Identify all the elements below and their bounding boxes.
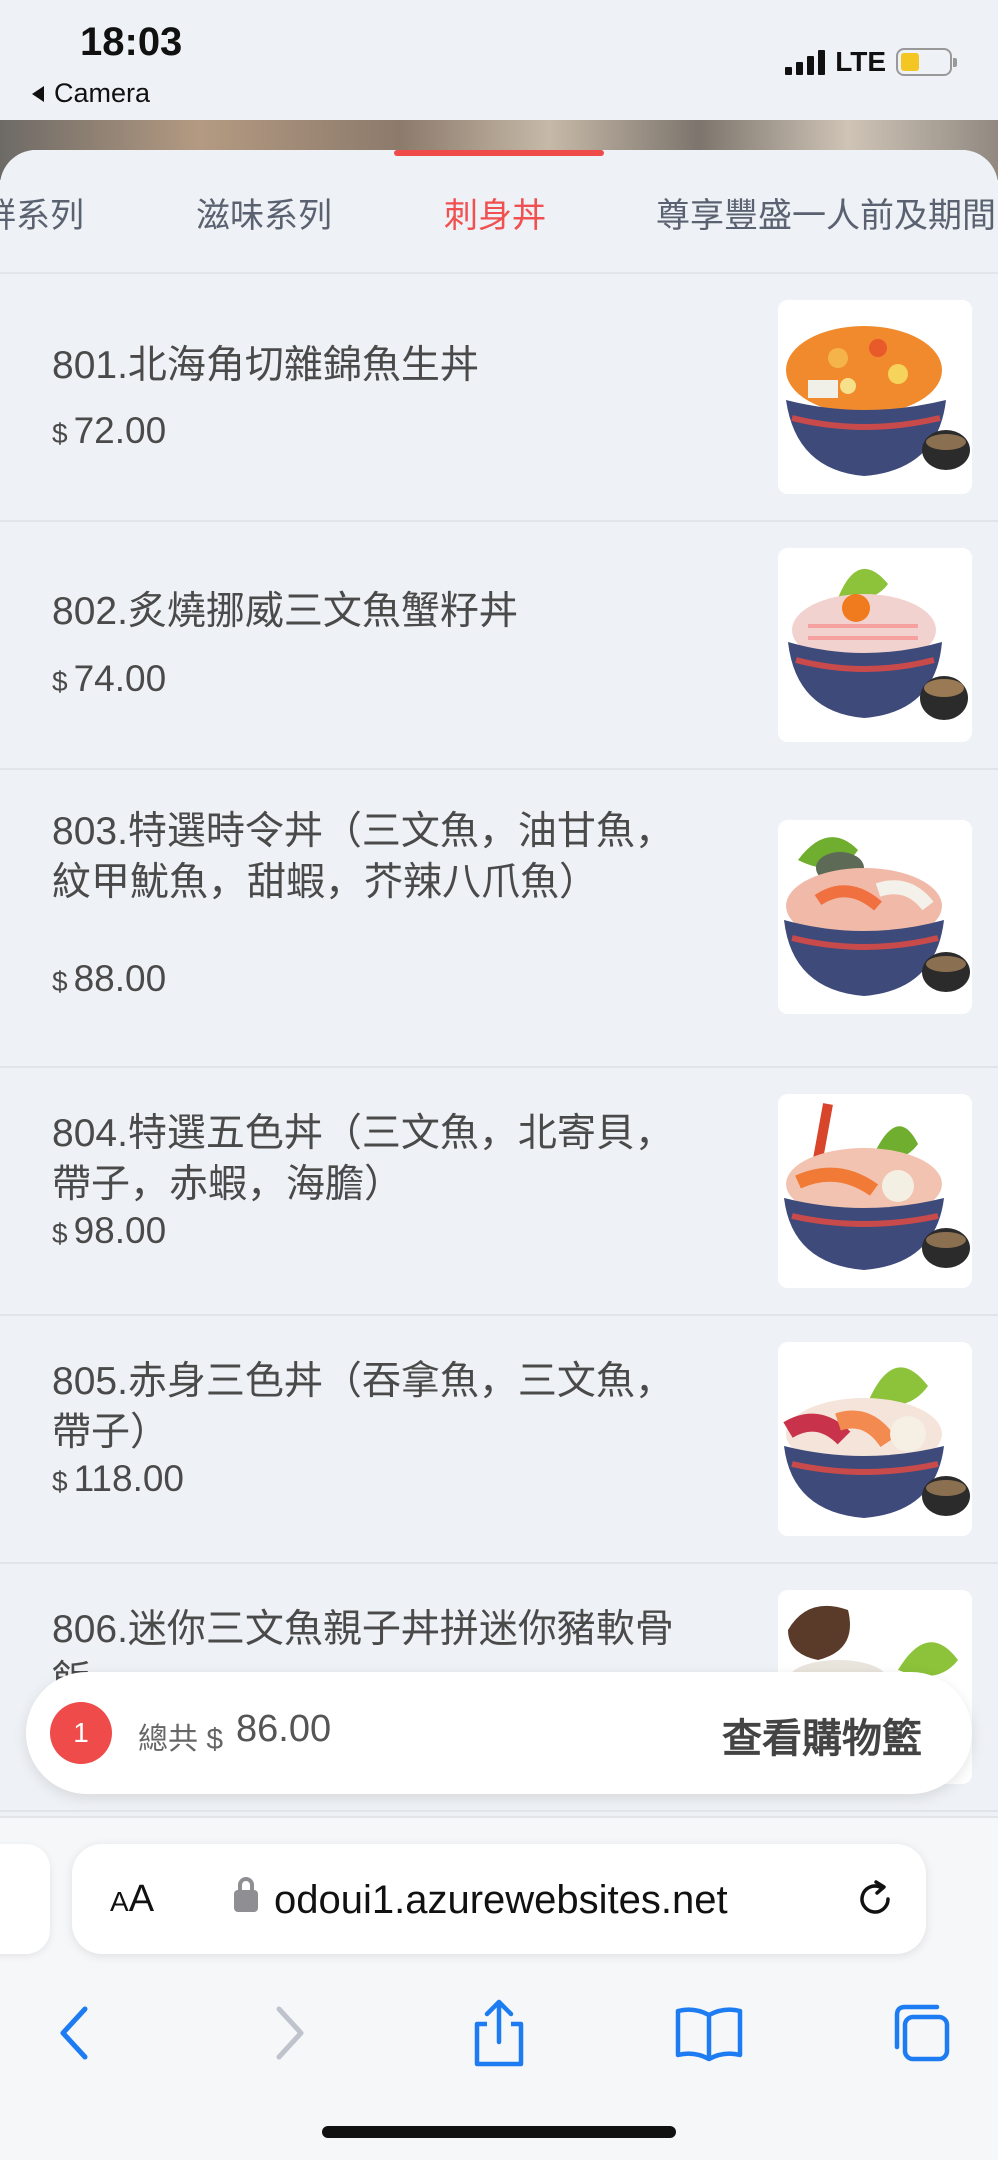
tabs-icon (894, 2004, 950, 2062)
address-bar[interactable]: AA odoui1.azurewebsites.net (72, 1844, 926, 1954)
tab-sashimi-don[interactable]: 刺身丼 (444, 188, 546, 237)
home-indicator (322, 2126, 676, 2138)
share-icon (474, 1999, 524, 2067)
item-price: $74.00 (52, 658, 166, 700)
tab-fresh-series[interactable]: 鮮系列 (0, 188, 84, 237)
menu-item[interactable]: 802.炙燒挪威三文魚蟹籽丼 $74.00 (0, 522, 998, 770)
item-photo[interactable] (778, 300, 972, 494)
item-photo[interactable] (778, 820, 972, 1014)
cart-count-badge: 1 (50, 1702, 112, 1764)
menu-item[interactable]: 804.特選五色丼（三文魚，北寄貝，帶子，赤蝦，海膽） $98.00 (0, 1068, 998, 1316)
item-currency: $ (52, 1466, 68, 1497)
back-to-camera-label: Camera (54, 78, 151, 108)
cart-total-text: 總共 (138, 1723, 198, 1756)
network-type: LTE (835, 46, 886, 77)
back-button[interactable] (40, 1998, 110, 2068)
item-price-value: 74.00 (73, 658, 167, 699)
battery-icon (896, 48, 957, 76)
menu-item-list: 801.北海角切雜錦魚生丼 $72.00 802.炙燒挪威三文魚蟹籽丼 $ 74… (0, 274, 998, 1812)
chevron-right-icon (276, 2006, 304, 2060)
chirashi-don-image (778, 300, 972, 494)
item-name: 804.特選五色丼（三文魚，北寄貝，帶子，赤蝦，海膽） (52, 1112, 674, 1206)
menu-item[interactable]: 803.特選時令丼（三文魚，油甘魚，紋甲魷魚，甜蝦，芥辣八爪魚） $88.00 (0, 770, 998, 1068)
page: 18:03 Camera LTE 鮮系列 滋味系列 刺身丼 尊享豐盛一人前及期間 (0, 0, 998, 2160)
status-bar: 18:03 Camera LTE (0, 0, 998, 120)
item-price-value: 72.00 (73, 410, 167, 451)
view-cart-button[interactable]: 查看購物籃 (722, 1706, 922, 1764)
item-name: 801.北海角切雜錦魚生丼 (52, 344, 479, 387)
browser-nav (0, 1978, 998, 2088)
forward-button[interactable] (254, 1998, 324, 2068)
five-color-don-image (778, 1094, 972, 1288)
tab-premium-set[interactable]: 尊享豐盛一人前及期間 (656, 188, 996, 237)
cart-total-value: 86.00 (236, 1708, 332, 1750)
menu-item[interactable]: 805.赤身三色丼（吞拿魚，三文魚，帶子） $118.00 (0, 1316, 998, 1564)
back-arrow-icon (32, 85, 44, 102)
url-text: odoui1.azurewebsites.net (274, 1878, 728, 1922)
category-tabs: 鮮系列 滋味系列 刺身丼 尊享豐盛一人前及期間 (0, 150, 998, 274)
seasonal-don-image (778, 820, 972, 1014)
menu-item[interactable]: 801.北海角切雜錦魚生丼 $72.00 (0, 274, 998, 522)
item-currency: $ (52, 666, 68, 697)
item-name: 803.特選時令丼（三文魚，油甘魚，紋甲魷魚，甜蝦，芥辣八爪魚） (52, 810, 674, 904)
tab-flavor-series[interactable]: 滋味系列 (196, 188, 332, 237)
menu-sheet: 鮮系列 滋味系列 刺身丼 尊享豐盛一人前及期間 801.北海角切雜錦魚生丼 $7… (0, 150, 998, 1830)
chevron-left-icon (60, 2006, 88, 2060)
active-tab-indicator (394, 150, 604, 156)
cart-total-label: 總共 $ (138, 1714, 223, 1758)
tuna-three-color-don-image (778, 1342, 972, 1536)
text-size-button[interactable]: AA (110, 1878, 154, 1921)
item-photo[interactable] (778, 1342, 972, 1536)
item-currency: $ (52, 1218, 68, 1249)
item-name: 805.赤身三色丼（吞拿魚，三文魚，帶子） (52, 1360, 674, 1454)
cart-currency: $ (206, 1723, 224, 1756)
back-to-camera-link[interactable]: Camera (32, 78, 150, 109)
status-time: 18:03 (80, 20, 183, 64)
item-price: $88.00 (52, 958, 166, 1000)
item-price-value: 88.00 (73, 958, 167, 999)
item-price-value: 98.00 (73, 1210, 167, 1251)
previous-tab-preview[interactable] (0, 1844, 50, 1954)
item-currency: $ (52, 418, 68, 449)
item-photo[interactable] (778, 548, 972, 742)
item-price-value: 118.00 (73, 1458, 184, 1499)
lock-icon (234, 1877, 258, 1912)
cart-bar[interactable]: 1 總共 $ 86.00 查看購物籃 (26, 1672, 972, 1794)
share-button[interactable] (464, 1998, 534, 2068)
bookmarks-button[interactable] (674, 1998, 744, 2068)
browser-toolbar: AA odoui1.azurewebsites.net (0, 1816, 998, 2160)
item-currency: $ (52, 966, 68, 997)
salmon-roe-don-image (778, 548, 972, 742)
item-name: 802.炙燒挪威三文魚蟹籽丼 (52, 590, 518, 633)
book-icon (675, 2007, 743, 2062)
reload-icon[interactable] (854, 1878, 896, 1920)
status-indicators: LTE (785, 46, 957, 78)
item-price: $118.00 (52, 1458, 184, 1500)
battery-level (901, 53, 920, 71)
tabs-button[interactable] (886, 1998, 956, 2068)
item-photo[interactable] (778, 1094, 972, 1288)
item-price: $98.00 (52, 1210, 166, 1252)
item-price: $72.00 (52, 410, 166, 452)
cellular-signal-icon (785, 49, 826, 75)
